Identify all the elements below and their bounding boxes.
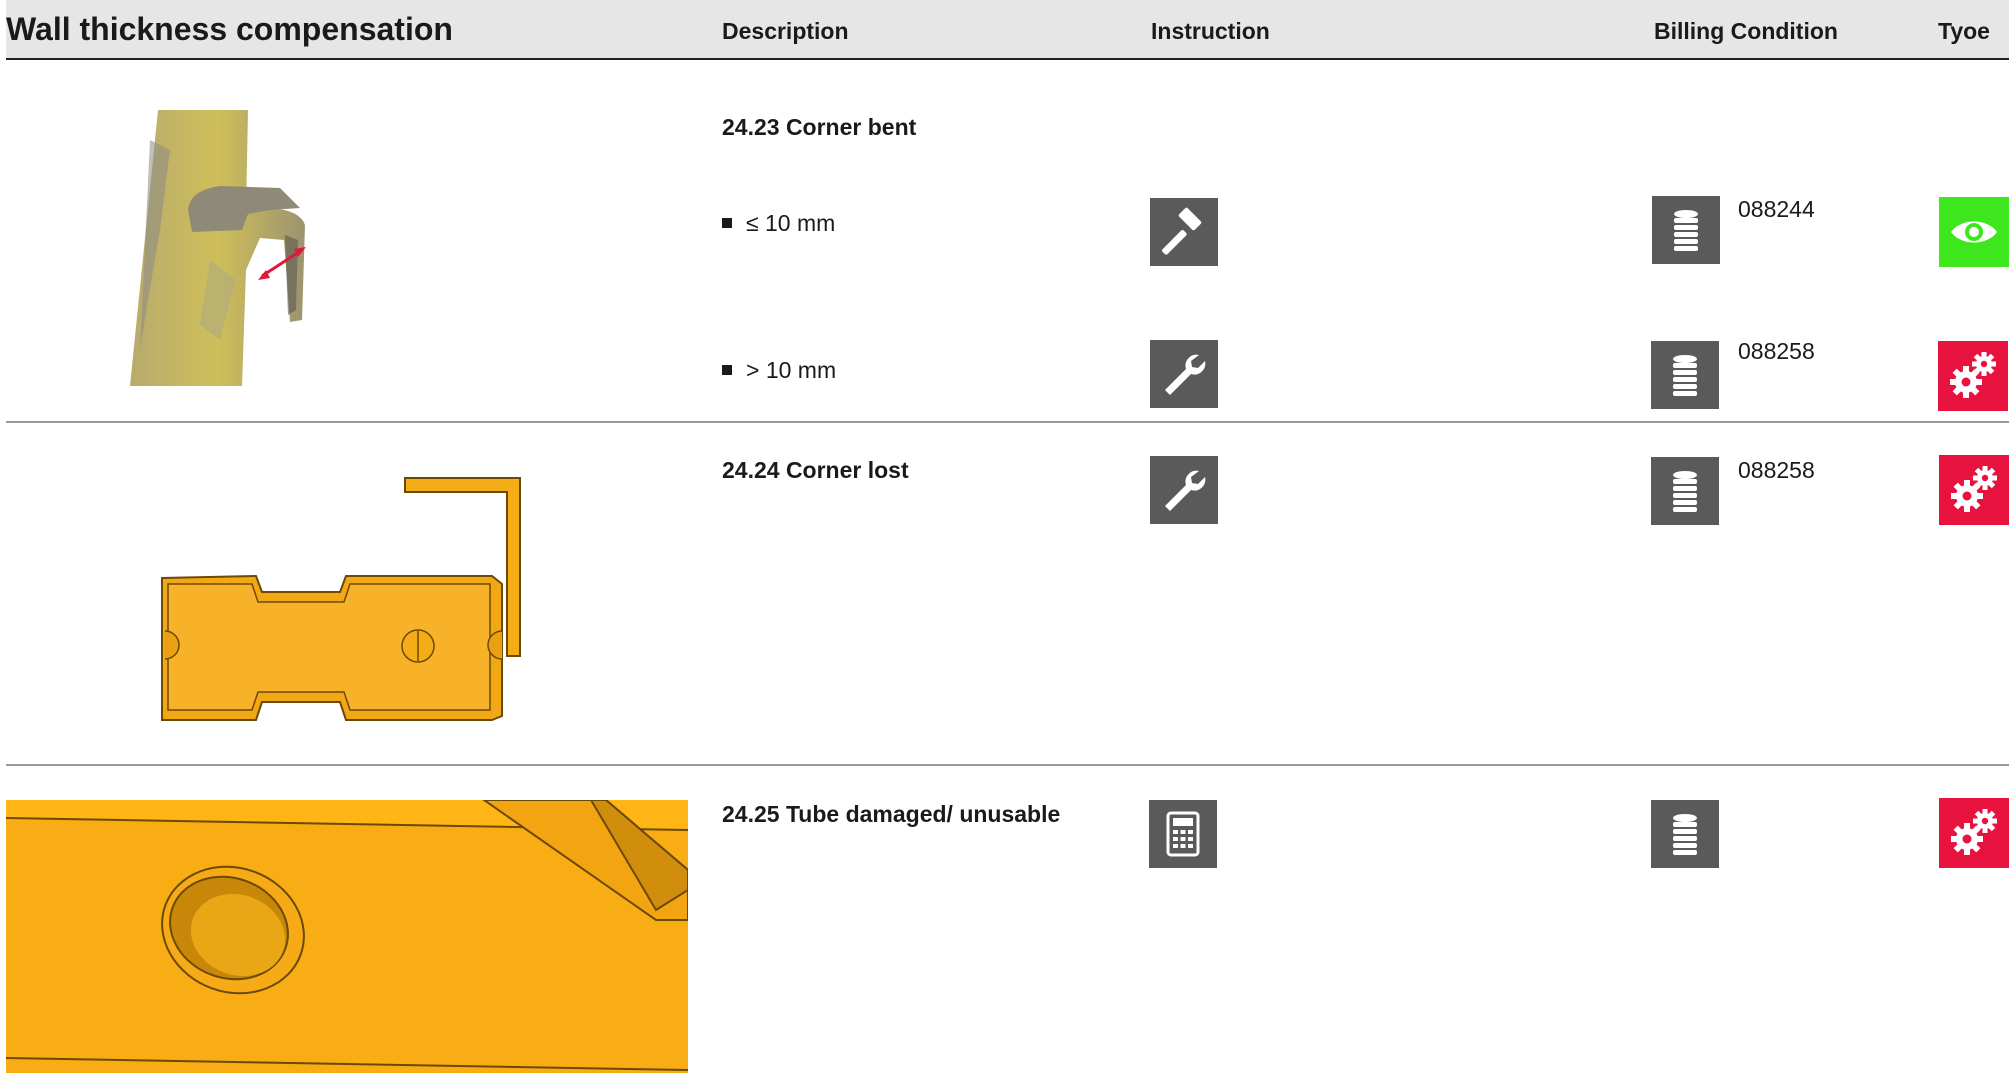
calculator-icon[interactable] xyxy=(1149,800,1217,868)
billing-code: 088244 xyxy=(1738,196,1815,222)
gears-icon[interactable] xyxy=(1938,341,2008,411)
column-header-billing: Billing Condition xyxy=(1654,18,1838,44)
column-header-type: Tyoe xyxy=(1938,18,1990,44)
item-title: 24.23 Corner bent xyxy=(722,114,917,140)
option-bullet: ≤ 10 mm xyxy=(722,210,835,237)
wrench-icon[interactable] xyxy=(1150,456,1218,524)
corner-part-drawing xyxy=(160,476,526,722)
item-title: 24.25 Tube damaged/ unusable xyxy=(722,801,1061,827)
coins-icon[interactable] xyxy=(1651,800,1719,868)
bent-corner-photo xyxy=(130,110,350,386)
wrench-icon[interactable] xyxy=(1150,340,1218,408)
row-divider xyxy=(6,421,2009,423)
tube-part-drawing xyxy=(5,799,689,1073)
column-header-instruction: Instruction xyxy=(1151,18,1270,44)
gears-icon[interactable] xyxy=(1939,798,2009,868)
page-title: Wall thickness compensation xyxy=(6,11,453,47)
gears-icon[interactable] xyxy=(1939,455,2009,525)
eye-icon[interactable] xyxy=(1939,197,2009,267)
coins-icon[interactable] xyxy=(1651,341,1719,409)
column-header-description: Description xyxy=(722,18,849,44)
billing-code: 088258 xyxy=(1738,457,1815,483)
row-divider xyxy=(6,764,2009,766)
coins-icon[interactable] xyxy=(1651,457,1719,525)
table-header: Wall thickness compensation Description … xyxy=(6,0,2009,60)
billing-code: 088258 xyxy=(1738,338,1815,364)
option-bullet: > 10 mm xyxy=(722,357,836,384)
coins-icon[interactable] xyxy=(1652,196,1720,264)
hammer-icon[interactable] xyxy=(1150,198,1218,266)
item-title: 24.24 Corner lost xyxy=(722,457,909,483)
